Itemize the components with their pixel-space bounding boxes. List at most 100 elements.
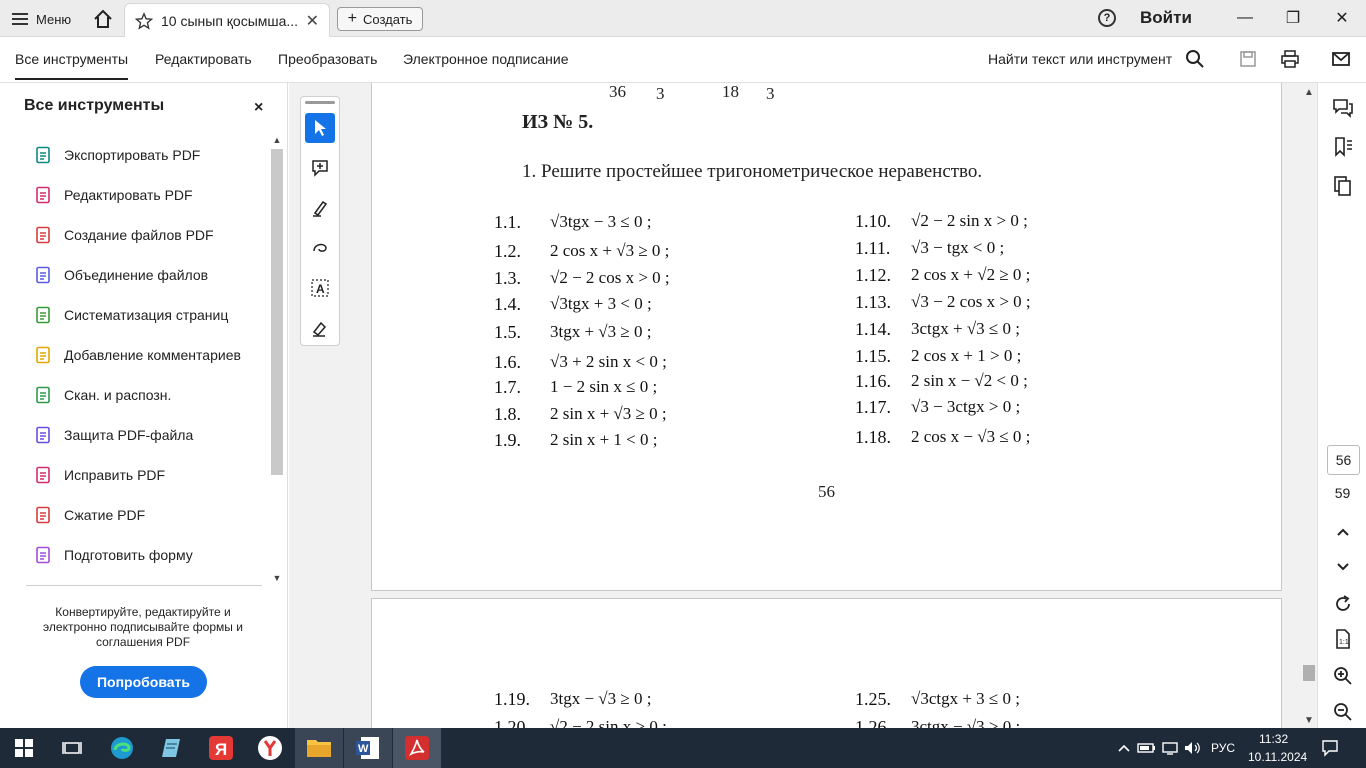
scroll-up-icon[interactable]: ▲ bbox=[271, 135, 283, 145]
tool-item[interactable]: Редактировать PDF bbox=[34, 184, 193, 206]
minimize-button[interactable]: — bbox=[1233, 6, 1257, 30]
exercise-number: 1.17. bbox=[855, 397, 891, 417]
home-icon[interactable] bbox=[92, 8, 114, 30]
clock-time[interactable]: 11:32 bbox=[1259, 732, 1288, 746]
yandex-browser-icon[interactable]: Я bbox=[207, 734, 235, 762]
tab-all-tools[interactable]: Все инструменты bbox=[15, 51, 129, 80]
yandex-app-icon[interactable] bbox=[256, 734, 284, 762]
select-tool-icon[interactable] bbox=[305, 113, 335, 143]
exercise-expression: √2 − 2 sin x > 0 ; bbox=[911, 211, 1028, 230]
svg-text:Я: Я bbox=[215, 740, 227, 759]
word-app-icon[interactable]: W bbox=[354, 734, 382, 762]
windows-start-icon[interactable] bbox=[10, 734, 38, 762]
file-explorer-icon[interactable] bbox=[305, 734, 333, 762]
try-button[interactable]: Попробовать bbox=[80, 666, 207, 698]
svg-text:1:1: 1:1 bbox=[1339, 639, 1349, 646]
scroll-down-icon[interactable]: ▼ bbox=[271, 573, 283, 583]
print-icon[interactable] bbox=[1280, 49, 1300, 69]
exercise-expression: √3 − 2 cos x > 0 ; bbox=[911, 292, 1031, 311]
exercise-expression: 2 cos x − √3 ≤ 0 ; bbox=[911, 427, 1031, 446]
task-view-icon[interactable] bbox=[58, 734, 86, 762]
bookmarks-icon[interactable] bbox=[1332, 136, 1354, 158]
search-icon[interactable] bbox=[1185, 49, 1205, 69]
tool-item[interactable]: Исправить PDF bbox=[34, 464, 165, 486]
acrobat-app-icon[interactable] bbox=[403, 734, 431, 762]
drag-handle[interactable] bbox=[305, 101, 335, 104]
save-icon[interactable] bbox=[1238, 49, 1258, 69]
maximize-button[interactable]: ❐ bbox=[1281, 6, 1305, 30]
create-button[interactable]: + Создать bbox=[337, 7, 423, 31]
login-button[interactable]: Войти bbox=[1140, 8, 1192, 28]
notifications-icon[interactable] bbox=[1316, 734, 1344, 762]
exercise-expression: √3tgx − 3 ≤ 0 ; bbox=[550, 212, 652, 231]
exercise-number: 1.19. bbox=[494, 689, 530, 709]
exercise-number: 1.25. bbox=[855, 689, 891, 709]
panel-close-icon[interactable]: × bbox=[254, 99, 263, 117]
rotate-icon[interactable] bbox=[1332, 593, 1354, 615]
protect-pdf-icon bbox=[34, 426, 52, 444]
tool-item[interactable]: Защита PDF-файла bbox=[34, 424, 193, 446]
windows-taskbar: Я W РУС 11:32 10.11.2024 bbox=[0, 728, 1366, 768]
exercise-number: 1.2. bbox=[494, 241, 521, 261]
scroll-thumb[interactable] bbox=[1303, 665, 1315, 681]
document-scrollbar[interactable]: ▲ ▼ bbox=[1302, 83, 1316, 728]
scroll-thumb[interactable] bbox=[271, 149, 283, 475]
tool-item[interactable]: Объединение файлов bbox=[34, 264, 208, 286]
exercise-number: 1.4. bbox=[494, 294, 521, 314]
tool-item[interactable]: Добавление комментариев bbox=[34, 344, 241, 366]
highlight-icon[interactable] bbox=[305, 193, 335, 223]
exercise-expression: √3 + 2 sin x < 0 ; bbox=[550, 352, 667, 371]
tool-item[interactable]: Экспортировать PDF bbox=[34, 144, 200, 166]
edge-browser-icon[interactable] bbox=[108, 734, 136, 762]
exercise-expression: 2 sin x + 1 < 0 ; bbox=[550, 430, 658, 449]
task-statement: 1. Решите простейшее тригонометрическое … bbox=[522, 161, 983, 182]
text-box-icon[interactable]: A bbox=[305, 273, 335, 303]
panel-scrollbar[interactable]: ▲ ▼ bbox=[271, 135, 283, 583]
scroll-up-icon[interactable]: ▲ bbox=[1304, 87, 1314, 98]
panel-title: Все инструменты bbox=[24, 97, 165, 114]
zoom-out-icon[interactable] bbox=[1332, 701, 1354, 723]
sign-icon[interactable] bbox=[305, 313, 335, 343]
chevron-up-icon[interactable] bbox=[1332, 521, 1354, 543]
draw-icon[interactable] bbox=[305, 233, 335, 263]
mail-icon[interactable] bbox=[1331, 49, 1351, 69]
tab-convert[interactable]: Преобразовать bbox=[278, 51, 377, 67]
clock-date[interactable]: 10.11.2024 bbox=[1248, 750, 1307, 764]
tool-item[interactable]: Подготовить форму bbox=[34, 544, 193, 566]
add-comment-icon[interactable] bbox=[305, 153, 335, 183]
tab-e-sign[interactable]: Электронное подписание bbox=[403, 51, 569, 67]
section-heading: ИЗ № 5. bbox=[522, 111, 594, 133]
comments-icon[interactable] bbox=[1332, 97, 1354, 119]
document-tab[interactable]: 10 сынып қосымша... ✕ bbox=[124, 3, 330, 37]
exercise-number: 1.26. bbox=[855, 717, 891, 728]
total-pages: 59 bbox=[1334, 485, 1351, 501]
tab-close-icon[interactable]: ✕ bbox=[306, 11, 319, 31]
tool-item[interactable]: Систематизация страниц bbox=[34, 304, 228, 326]
zoom-in-icon[interactable] bbox=[1332, 665, 1354, 687]
volume-icon[interactable] bbox=[1178, 734, 1206, 762]
help-icon[interactable]: ? bbox=[1098, 9, 1116, 27]
chevron-down-icon[interactable] bbox=[1332, 555, 1354, 577]
page-fit-icon[interactable]: 1:1 bbox=[1332, 628, 1354, 650]
tool-item[interactable]: Сжатие PDF bbox=[34, 504, 145, 526]
exercise-expression: 2 cos x + 1 > 0 ; bbox=[911, 346, 1022, 365]
find-text-label[interactable]: Найти текст или инструмент bbox=[988, 51, 1172, 67]
exercise-number: 1.16. bbox=[855, 371, 891, 391]
create-label: Создать bbox=[362, 11, 413, 27]
scroll-down-icon[interactable]: ▼ bbox=[1304, 715, 1314, 726]
tab-title: 10 сынып қосымша... bbox=[161, 12, 298, 29]
star-icon[interactable] bbox=[135, 11, 153, 30]
pages-icon[interactable] bbox=[1332, 175, 1354, 197]
tool-item[interactable]: Создание файлов PDF bbox=[34, 224, 214, 246]
tab-edit[interactable]: Редактировать bbox=[155, 51, 252, 67]
exercise-expression: 2 cos x + √2 ≥ 0 ; bbox=[911, 265, 1031, 284]
current-page-input[interactable]: 56 bbox=[1327, 445, 1360, 475]
language-indicator[interactable]: РУС bbox=[1211, 741, 1235, 755]
document-viewer[interactable]: 36 3 18 3 ИЗ № 5. 1. Решите простейшее т… bbox=[289, 83, 1317, 728]
menu-button[interactable]: Меню bbox=[12, 7, 71, 31]
close-button[interactable]: ✕ bbox=[1330, 6, 1354, 30]
notepad-app-icon[interactable] bbox=[158, 734, 186, 762]
tool-item[interactable]: Скан. и распозн. bbox=[34, 384, 171, 406]
create-pdf-icon bbox=[34, 226, 52, 244]
quick-tools-strip: A bbox=[300, 96, 340, 346]
